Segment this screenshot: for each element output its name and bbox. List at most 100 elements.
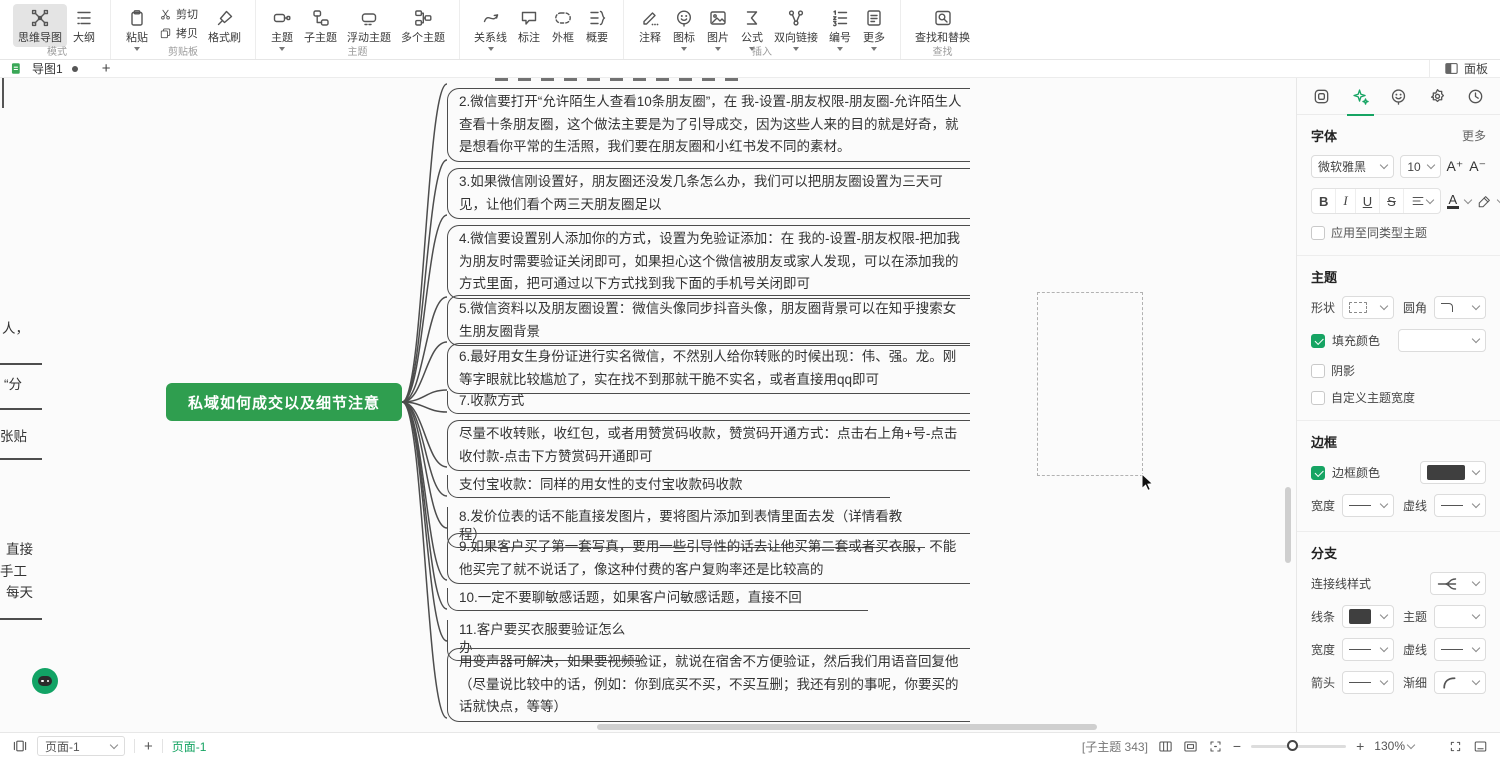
summary-button[interactable]: 概要 [580,4,614,47]
central-topic-node[interactable]: 私域如何成交以及细节注意 [166,383,402,421]
cut-button[interactable]: 剪切 [156,6,201,22]
branch-line-color-select[interactable] [1342,605,1394,628]
font-color-button[interactable]: A [1447,194,1459,209]
tab-stickers[interactable] [1382,78,1415,115]
formula-button[interactable]: 公式 [735,4,769,53]
highlight-pen-button[interactable] [1477,194,1492,209]
active-page-tab[interactable]: 页面-1 [172,738,207,755]
mindmap-canvas[interactable]: 私域如何成交以及细节注意 2.微信要打开“允许陌生人查看10条朋友圈”，在 我-… [0,78,1296,732]
branch-taper-select[interactable] [1434,671,1486,694]
mindmap-node[interactable]: 尽量不收转账，收红包，或者用赞赏码收款，赞赏码开通方式：点击右上角+号-点击收付… [447,420,970,471]
bold-button[interactable]: B [1312,189,1336,213]
sticker-icon [1389,87,1408,106]
mindmap-node[interactable]: 用变声器可解决，如果要视频验证，就说在宿舍不方便验证，然后我们用语音回复他（尽量… [447,648,970,722]
panel-toggle-button[interactable]: 面板 [1429,60,1500,77]
collapse-bar-button[interactable] [1473,739,1488,754]
mindmap-node[interactable]: 2.微信要打开“允许陌生人查看10条朋友圈”，在 我-设置-朋友权限-朋友圈-允… [447,88,970,162]
button-label: 概要 [586,29,608,45]
font-more-link[interactable]: 更多 [1462,127,1486,144]
zoom-slider[interactable] [1251,745,1346,748]
callout-button[interactable]: 标注 [512,4,546,47]
mindmap-node[interactable]: 4.微信要设置别人添加你的方式，设置为免验证添加：在 我的-设置-朋友权限-把加… [447,225,970,299]
font-family-select[interactable]: 微软雅黑 [1311,155,1394,178]
formula-icon [742,8,762,28]
number-button[interactable]: 编号 [823,4,857,53]
font-decrease-button[interactable]: A⁻ [1469,158,1486,175]
tab-canvas-style[interactable] [1305,78,1338,115]
relation-button[interactable]: 关系线 [469,4,512,53]
floating-topic-button[interactable]: 浮动主题 [342,4,396,47]
center-view-button[interactable] [1208,739,1223,754]
multi-topic-button[interactable]: 多个主题 [396,4,450,47]
custom-width-checkbox[interactable] [1311,391,1325,405]
find-button[interactable]: 查找和替换 [910,4,975,47]
font-increase-button[interactable]: A⁺ [1447,158,1464,175]
tab-badges[interactable] [1421,78,1454,115]
strikethrough-button[interactable]: S [1380,189,1404,213]
connector-style-select[interactable] [1430,572,1486,595]
copy-button[interactable]: 拷贝 [156,25,201,41]
image-button[interactable]: 图片 [701,4,735,53]
font-color-caret[interactable] [1464,195,1472,203]
mindmap-node[interactable]: 5.微信资料以及朋友圈设置：微信头像同步抖音头像，朋友圈背景可以在知乎搜索女生朋… [447,295,970,346]
underline-button[interactable]: U [1356,189,1380,213]
map-file-icon [10,62,23,75]
zoom-level[interactable]: 130% [1374,739,1405,753]
align-select[interactable] [1404,189,1440,213]
font-size-select[interactable]: 10 [1400,155,1440,178]
branch-topic-select[interactable] [1434,605,1486,628]
mindmap-node[interactable]: 9.如果客户买了第一套写真，要用一些引导性的话去让他买第二套或者买衣服，不能他买… [447,533,970,584]
columns-view-button[interactable] [1158,739,1173,754]
tab-history[interactable] [1459,78,1492,115]
highlight-caret[interactable] [1497,195,1500,203]
border-dash-select[interactable] [1434,494,1486,517]
fullscreen-button[interactable] [1448,739,1463,754]
fill-color-checkbox[interactable] [1311,334,1325,348]
apply-same-type-checkbox[interactable] [1311,226,1325,240]
tab-topic-style[interactable] [1344,78,1377,115]
subtopic-button[interactable]: 子主题 [299,4,342,47]
mindmap-button[interactable]: 思维导图 [13,4,67,47]
mindmap-node[interactable]: 3.如果微信刚设置好，朋友圈还没发几条怎么办，我们可以把朋友圈设置为三天可见，让… [447,168,970,219]
border-color-checkbox[interactable] [1311,466,1325,480]
mindmap-node[interactable]: 6.最好用女生身份证进行实名微信，不然别人给你转账的时候出现：伟、强。龙。刚等字… [447,343,970,394]
mindmap-node[interactable]: 7.收款方式 [447,391,970,414]
sticker-button[interactable]: 图标 [667,4,701,53]
branch-arrow-select[interactable] [1342,671,1394,694]
button-label: 关系线 [474,29,507,45]
zoom-in-button[interactable]: + [1356,738,1364,754]
note-button[interactable]: 注释 [633,4,667,47]
branch-width-select[interactable] [1342,638,1394,661]
paste-button[interactable]: 粘贴 [120,4,154,53]
document-tabbar: 导图1 + 面板 [0,60,1500,78]
shadow-checkbox[interactable] [1311,364,1325,378]
radius-select[interactable] [1434,296,1486,319]
page-select[interactable]: 页面-1 [37,736,125,756]
border-width-select[interactable] [1342,494,1394,517]
mindmap-node[interactable]: 支付宝收款：同样的用女性的支付宝收款码收款 [447,475,890,498]
button-label: 编号 [829,29,851,45]
add-page-button[interactable]: + [144,738,153,755]
map-tab[interactable]: 导图1 [0,60,90,77]
fit-view-button[interactable] [1183,739,1198,754]
border-color-select[interactable] [1420,461,1486,484]
branch-dash-select[interactable] [1434,638,1486,661]
more-button[interactable]: 更多 [857,4,891,53]
italic-button[interactable]: I [1336,189,1355,213]
fill-color-select[interactable] [1398,329,1486,352]
vertical-scrollbar[interactable] [1285,487,1291,563]
horizontal-scrollbar[interactable] [597,724,1097,730]
assistant-button[interactable] [32,668,58,694]
boundary-button[interactable]: 外框 [546,4,580,47]
zoom-slider-knob[interactable] [1287,740,1298,751]
pages-icon[interactable] [12,738,28,754]
topic-button[interactable]: 主题 [265,4,299,53]
outline-button[interactable]: 大纲 [67,4,101,47]
brush-button[interactable]: 格式刷 [203,4,246,47]
add-map-tab-button[interactable]: + [90,60,123,77]
zoom-out-button[interactable]: − [1233,738,1241,754]
shape-select[interactable] [1342,296,1394,319]
clipped-node-text: 直接 [6,539,33,560]
mindmap-node[interactable]: 10.一定不要聊敏感话题，如果客户问敏感话题，直接不回 [447,588,868,611]
link-button[interactable]: 双向链接 [769,4,823,53]
